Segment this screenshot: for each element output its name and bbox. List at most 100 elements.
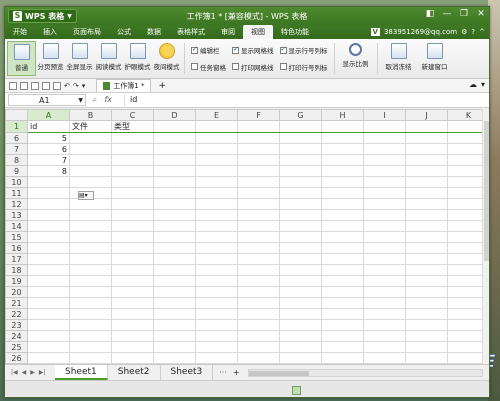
page-break-preview-button[interactable]: 分页预览 (36, 41, 65, 76)
grid-cell[interactable] (69, 132, 112, 144)
grid-cell[interactable]: 5 (27, 132, 70, 144)
horizontal-scrollbar[interactable] (247, 368, 483, 377)
grid-cell[interactable] (153, 120, 196, 133)
grid-cell[interactable] (279, 264, 322, 276)
grid-cell[interactable] (363, 308, 406, 320)
fx-icon[interactable]: fx (104, 95, 112, 105)
redo-icon[interactable]: ↷ (73, 82, 79, 90)
column-header[interactable]: I (363, 109, 406, 121)
more-sheets-button[interactable]: ··· (213, 368, 233, 377)
grid-cell[interactable] (27, 176, 70, 188)
grid-cell[interactable] (111, 154, 154, 166)
column-header[interactable]: D (153, 109, 196, 121)
grid-cell[interactable] (405, 143, 448, 155)
grid-cell[interactable] (153, 231, 196, 243)
grid-cell[interactable] (363, 253, 406, 265)
grid-cell[interactable] (405, 154, 448, 166)
grid-cell[interactable] (69, 242, 112, 254)
prev-sheet-icon[interactable]: ◀ (22, 369, 27, 376)
grid-cell[interactable] (111, 143, 154, 155)
grid-cell[interactable] (153, 132, 196, 144)
grid-cell[interactable] (69, 264, 112, 276)
grid-cell[interactable] (69, 297, 112, 309)
grid-cell[interactable] (279, 187, 322, 199)
grid-cell[interactable] (111, 264, 154, 276)
grid-cell[interactable] (363, 341, 406, 353)
grid-cell[interactable] (195, 319, 238, 331)
grid-cell[interactable] (195, 308, 238, 320)
grid-cell[interactable] (363, 286, 406, 298)
grid-cell[interactable] (153, 198, 196, 210)
grid-cell[interactable] (363, 330, 406, 342)
normal-view-status-icon[interactable] (292, 386, 301, 395)
collapse-ribbon-icon[interactable]: ^ (479, 28, 485, 36)
tab-view[interactable]: 视图 (243, 25, 273, 39)
close-icon[interactable]: ✕ (475, 9, 487, 19)
grid-cell[interactable] (195, 165, 238, 177)
grid-cell[interactable] (279, 319, 322, 331)
sheet-tab-sheet2[interactable]: Sheet2 (108, 365, 161, 380)
grid-cell[interactable] (237, 165, 280, 177)
grid-cell[interactable] (321, 220, 364, 232)
grid-cell[interactable] (111, 297, 154, 309)
grid-cell[interactable] (153, 242, 196, 254)
grid-cell[interactable] (69, 330, 112, 342)
grid-cell[interactable]: 8 (27, 165, 70, 177)
column-header[interactable]: A (27, 109, 70, 121)
reading-mode-button[interactable]: 阅读模式 (94, 41, 123, 76)
grid-cell[interactable] (321, 297, 364, 309)
row-header[interactable]: 23 (5, 319, 28, 331)
task-pane-checkbox[interactable]: 任务窗格 (191, 62, 226, 72)
column-header[interactable]: G (279, 109, 322, 121)
grid-cell[interactable] (195, 352, 238, 364)
grid-cell[interactable] (321, 209, 364, 221)
zoom-button[interactable]: 显示比例 (338, 41, 374, 76)
grid-cell[interactable] (405, 220, 448, 232)
grid-cell[interactable] (27, 352, 70, 364)
row-header[interactable]: 16 (5, 242, 28, 254)
column-header[interactable]: J (405, 109, 448, 121)
grid-cell[interactable] (363, 209, 406, 221)
grid-cell[interactable] (195, 231, 238, 243)
grid-cell[interactable] (195, 209, 238, 221)
grid-cell[interactable] (27, 253, 70, 265)
grid-cell[interactable] (321, 286, 364, 298)
grid-cell[interactable] (405, 120, 448, 133)
grid-cell[interactable] (237, 308, 280, 320)
row-header[interactable]: 13 (5, 209, 28, 221)
row-header[interactable]: 21 (5, 297, 28, 309)
grid-cell[interactable] (279, 132, 322, 144)
grid-cell[interactable] (237, 132, 280, 144)
grid-cell[interactable] (195, 253, 238, 265)
grid-cell[interactable] (27, 209, 70, 221)
grid-cell[interactable] (405, 132, 448, 144)
grid-cell[interactable] (27, 231, 70, 243)
grid-cell[interactable] (363, 242, 406, 254)
grid-cell[interactable] (153, 286, 196, 298)
grid-cell[interactable] (321, 264, 364, 276)
grid-cell[interactable] (321, 231, 364, 243)
grid-cell[interactable] (405, 341, 448, 353)
grid-cell[interactable] (279, 275, 322, 287)
row-header[interactable]: 6 (5, 132, 28, 144)
grid-cell[interactable] (363, 120, 406, 133)
grid-cell[interactable] (195, 132, 238, 144)
grid-cell[interactable] (111, 242, 154, 254)
grid-cell[interactable] (405, 176, 448, 188)
grid-cell[interactable] (279, 220, 322, 232)
new-window-button[interactable]: 新建窗口 (417, 41, 453, 76)
folder-icon[interactable] (9, 81, 17, 90)
grid-cell[interactable] (405, 264, 448, 276)
row-header[interactable]: 14 (5, 220, 28, 232)
column-header[interactable]: E (195, 109, 238, 121)
grid-cell[interactable] (405, 308, 448, 320)
grid-cell[interactable] (237, 242, 280, 254)
grid-cell[interactable] (111, 220, 154, 232)
grid-cell[interactable] (27, 198, 70, 210)
grid-cell[interactable] (111, 275, 154, 287)
grid-cell[interactable] (153, 220, 196, 232)
grid-cell[interactable] (363, 352, 406, 364)
grid-cell[interactable] (237, 231, 280, 243)
grid-cell[interactable] (279, 308, 322, 320)
grid-cell[interactable] (69, 319, 112, 331)
